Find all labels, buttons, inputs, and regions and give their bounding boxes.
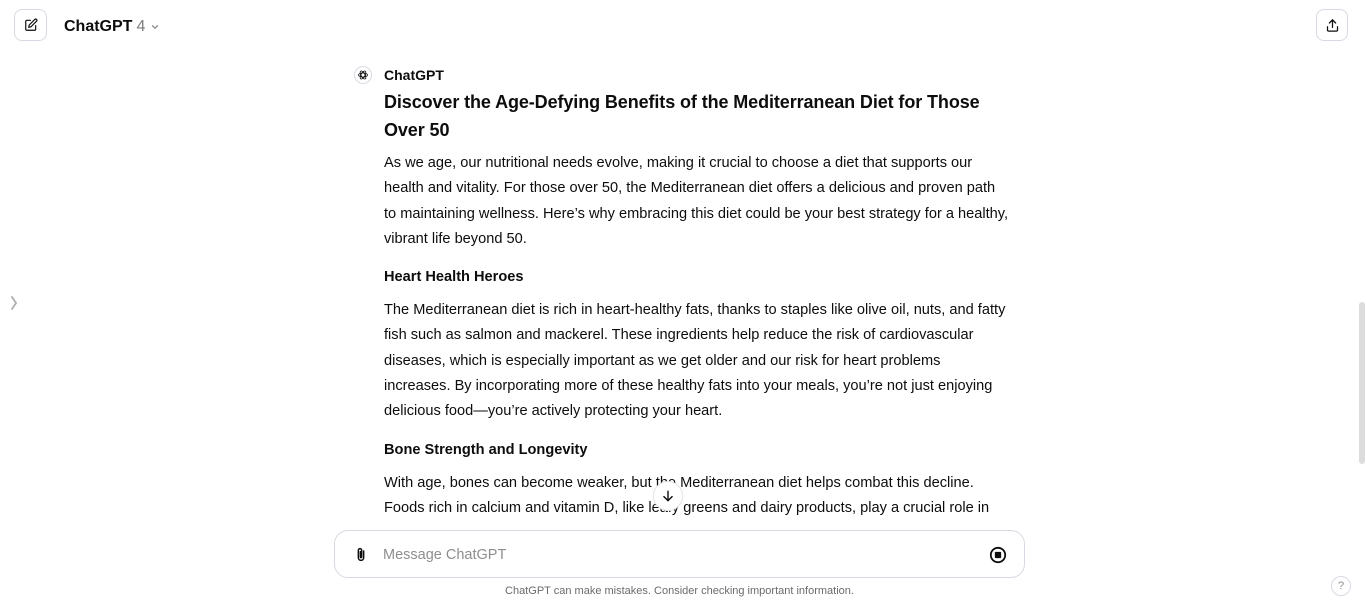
section-heading: Bone Strength and Longevity (384, 441, 588, 458)
share-icon (1325, 18, 1340, 33)
new-chat-icon (24, 18, 38, 32)
stop-generating-button[interactable] (988, 545, 1008, 565)
sidebar-toggle-icon (10, 295, 18, 311)
top-bar: ChatGPT 4 (0, 0, 1366, 52)
openai-logo-icon (357, 69, 369, 81)
new-chat-button[interactable] (14, 9, 47, 41)
message-input[interactable] (383, 544, 963, 566)
model-selector[interactable]: ChatGPT 4 (64, 16, 160, 38)
section-heading: Heart Health Heroes (384, 269, 524, 286)
section-paragraph: With age, bones can become weaker, but t… (384, 474, 990, 516)
scroll-to-bottom-button[interactable] (653, 481, 683, 511)
section-paragraph: The Mediterranean diet is rich in heart-… (384, 302, 1006, 420)
arrow-down-icon (661, 489, 675, 503)
model-version: 4 (136, 18, 146, 35)
attach-file-button[interactable] (351, 544, 371, 566)
chevron-down-icon (150, 22, 160, 32)
share-button[interactable] (1316, 9, 1348, 41)
paperclip-icon (353, 546, 369, 564)
message-content: Discover the Age-Defying Benefits of the… (384, 88, 1009, 518)
assistant-message: ChatGPT Discover the Age-Defying Benefit… (354, 66, 1014, 518)
model-name: ChatGPT (64, 18, 133, 35)
disclaimer-text: ChatGPT can make mistakes. Consider chec… (505, 585, 854, 597)
article-title: Discover the Age-Defying Benefits of the… (384, 92, 980, 140)
stop-icon (989, 546, 1007, 564)
intro-paragraph: As we age, our nutritional needs evolve,… (384, 155, 1009, 247)
avatar (354, 66, 372, 84)
message-composer (334, 530, 1025, 578)
sidebar-toggle-button[interactable] (9, 294, 19, 312)
scrollbar-thumb[interactable] (1359, 302, 1365, 464)
message-author: ChatGPT (384, 67, 444, 83)
help-button[interactable]: ? (1331, 576, 1351, 596)
